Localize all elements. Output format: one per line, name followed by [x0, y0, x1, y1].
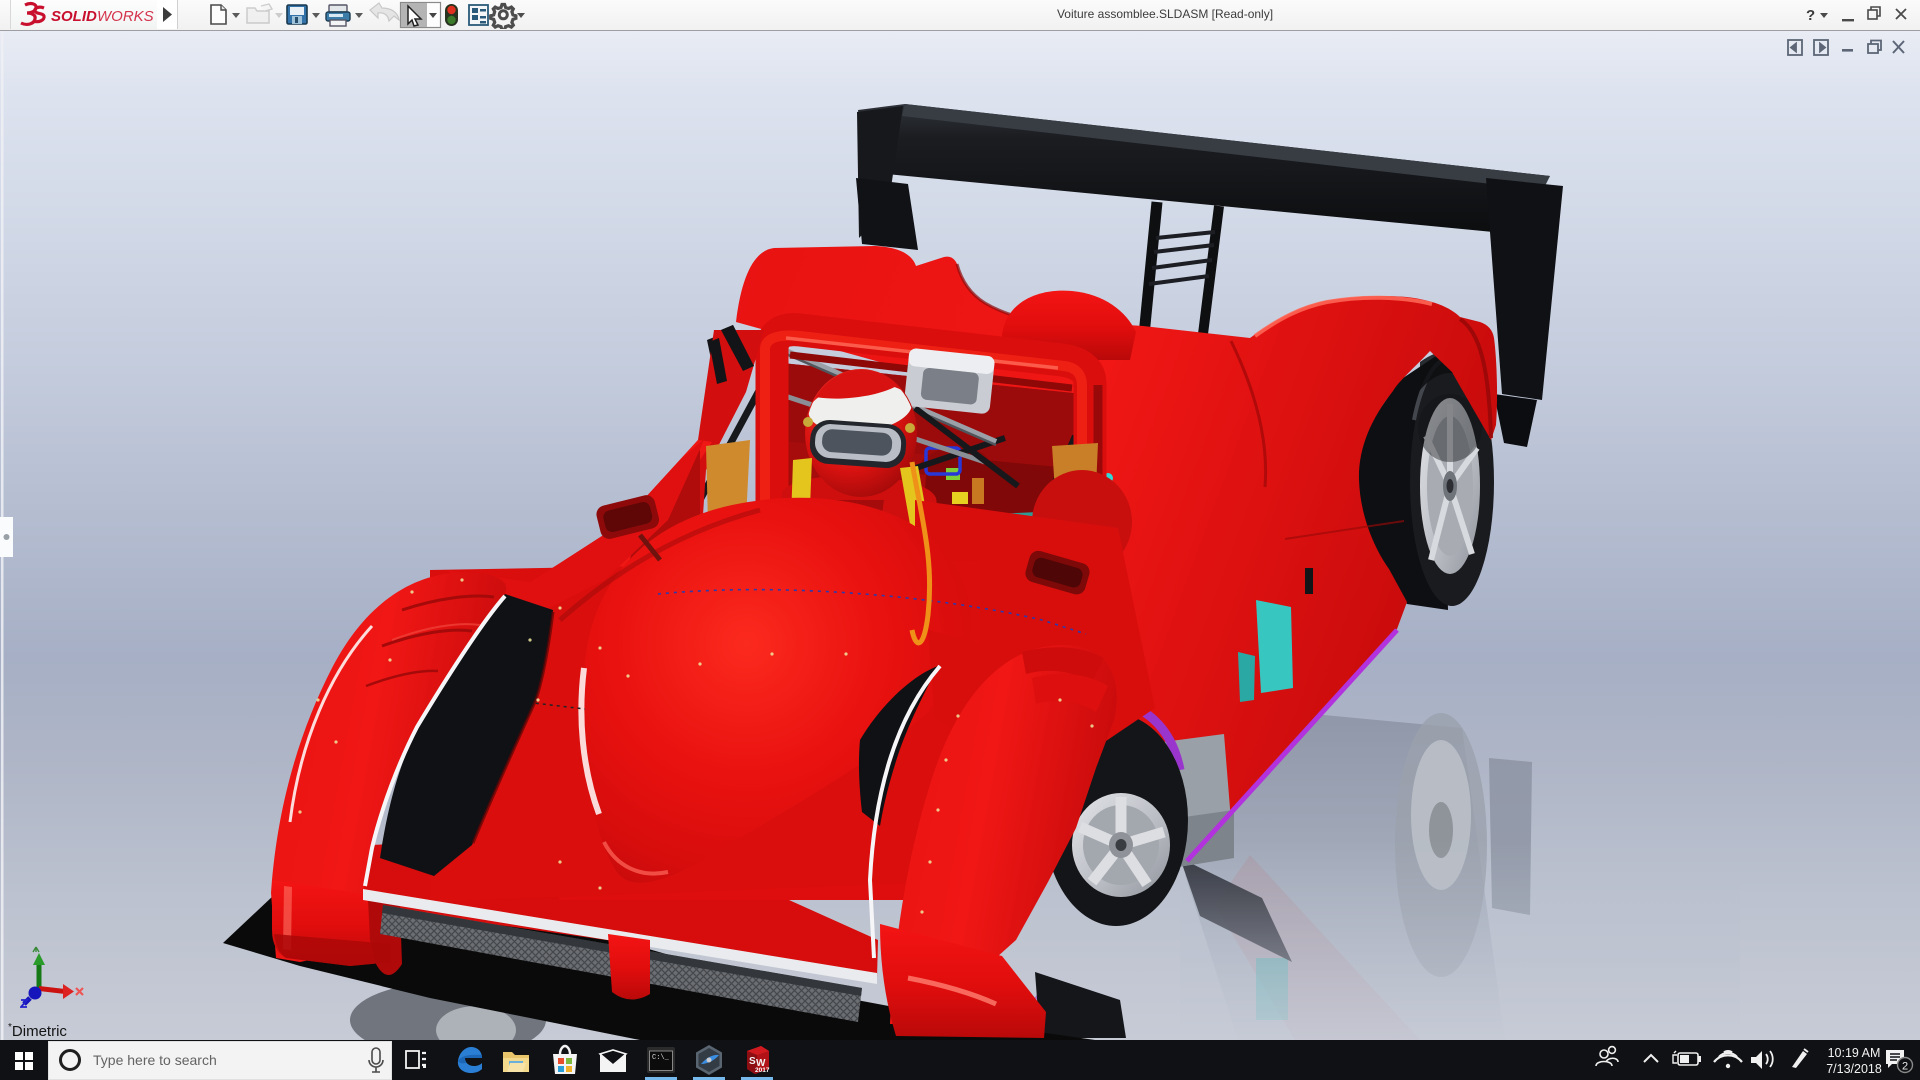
svg-text:C:\_: C:\_ [652, 1054, 670, 1062]
svg-text:SOLID: SOLID [51, 8, 97, 25]
svg-text:S: S [749, 1056, 756, 1067]
svg-text:2: 2 [1902, 1061, 1908, 1073]
svg-text:WORKS: WORKS [97, 8, 154, 25]
svg-text:7/13/2018: 7/13/2018 [1826, 1062, 1882, 1076]
svg-text:10:19 AM: 10:19 AM [1828, 1046, 1881, 1060]
svg-text:2017: 2017 [755, 1067, 770, 1074]
svg-text:?: ? [1806, 7, 1815, 24]
